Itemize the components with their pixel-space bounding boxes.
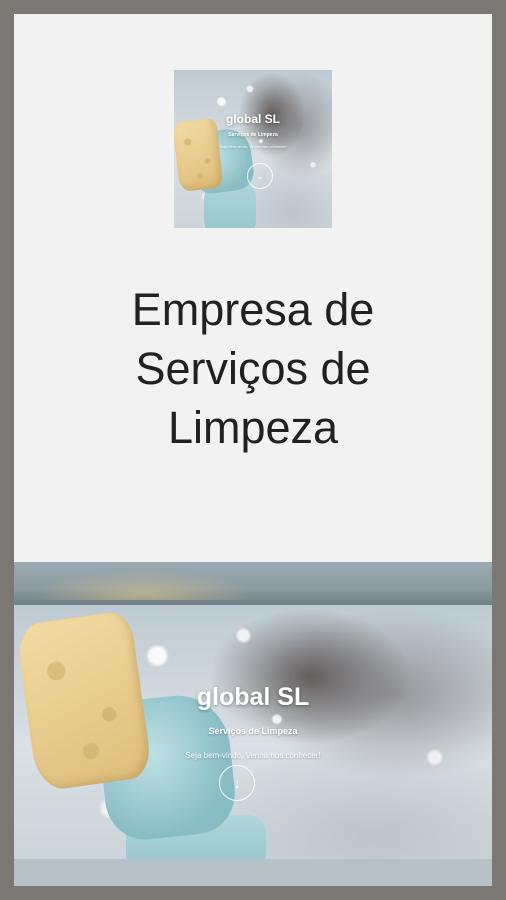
banner-text-overlay: global SL Serviços de Limpeza Seja bem-v… [14, 683, 492, 760]
banner-bottom-strip [14, 859, 492, 886]
hero-banner: global SL Serviços de Limpeza Seja bem-v… [14, 605, 492, 859]
scroll-down-button[interactable]: ⌄ [247, 163, 273, 189]
tagline: Serviços de Limpeza [208, 726, 298, 736]
thumbnail-text-overlay: global SL Serviços de Limpeza Seja bem-v… [174, 112, 332, 149]
welcome-text: Seja bem-vindo, Venha nos conhecer! [185, 751, 321, 760]
title-line: Empresa de [131, 284, 375, 335]
brand-logo-text: global SL [196, 683, 310, 711]
tagline: Serviços de Limpeza [228, 132, 278, 138]
app-thumbnail-image: global SL Serviços de Limpeza Seja bem-v… [174, 70, 332, 228]
chevron-down-icon: ⌄ [256, 170, 264, 181]
page-title: Empresa de Serviços de Limpeza [14, 280, 492, 457]
scroll-down-button[interactable]: ↓ [219, 765, 255, 801]
title-line: Limpeza [167, 402, 339, 453]
welcome-text: Seja bem-vindo, Venha nos conhecer! [219, 144, 287, 149]
chevron-down-icon: ↓ [233, 775, 241, 791]
title-line: Serviços de [135, 343, 371, 394]
blurred-banner-strip [14, 562, 492, 605]
brand-logo-text: global SL [226, 112, 280, 126]
